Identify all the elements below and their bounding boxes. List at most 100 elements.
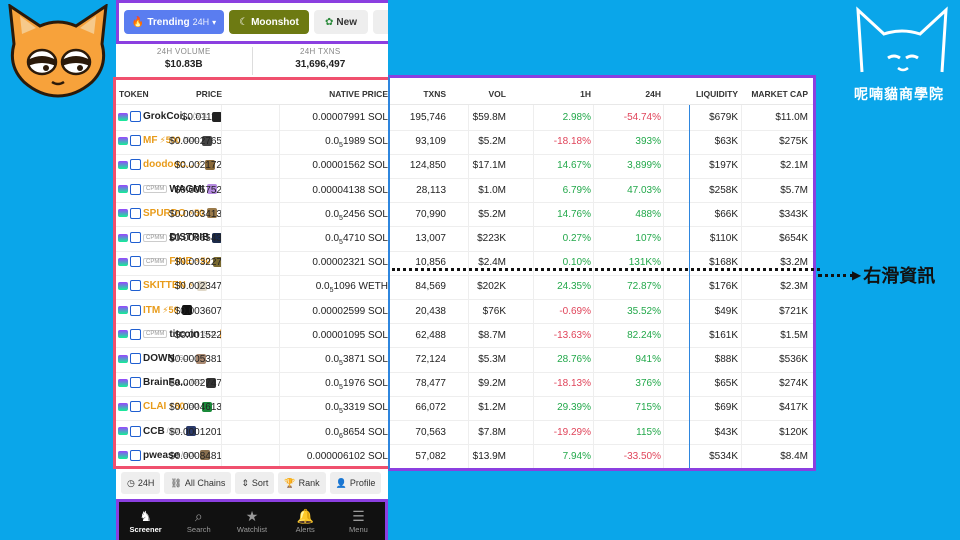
- txns-cell: 20,438: [415, 305, 446, 317]
- dex-icon: [130, 256, 141, 268]
- liquidity-cell: $69K: [714, 402, 738, 414]
- liquidity-cell: $88K: [714, 354, 738, 365]
- chevron-down-icon: ▾: [212, 17, 217, 27]
- col-native-price[interactable]: NATIVE PRICE: [329, 89, 388, 99]
- table-row[interactable]: MF ⚡500/SOL $0.0002765 0.051989 SOL 93,109 $5…: [113, 130, 816, 155]
- col-vol[interactable]: VOL: [489, 89, 506, 99]
- native-price-main: 0.00007991 SOL: [312, 112, 388, 123]
- table-row[interactable]: CPMM WAGMI $0.005752 0.00004138 SOL 28,113 $1…: [113, 179, 816, 204]
- txns-cell: 57,082: [415, 450, 446, 462]
- profile-button[interactable]: 👤 Profile: [329, 472, 382, 494]
- change-1h-cell: 29.39%: [557, 402, 591, 414]
- liquidity-cell: $66K: [714, 208, 738, 220]
- dex-icon: [130, 304, 141, 316]
- table-row[interactable]: CCB/SOL $0.0001201 0.068654 SOL 70,563 $7.8M…: [113, 421, 816, 446]
- table-row[interactable]: CLAI ⚡80/SO $0.0004613 0.053319 SOL 66,072 $1…: [113, 396, 816, 421]
- price-cell: $0.0002765: [169, 136, 222, 148]
- market-cap-cell: $2.1M: [780, 160, 808, 172]
- rank-button[interactable]: 🏆 Rank: [278, 472, 326, 494]
- dex-icon: [130, 280, 141, 292]
- nav-search[interactable]: ⌕ Search: [172, 502, 225, 540]
- market-cap-cell: $721K: [779, 305, 808, 317]
- native-price-main: 0.0: [325, 208, 340, 220]
- native-price-rest: 3871 SOL: [342, 354, 388, 365]
- dex-icon: [130, 159, 141, 171]
- market-cap-cell: $536K: [779, 354, 808, 365]
- txns-cell: 70,563: [415, 426, 446, 438]
- native-price-rest: 2456 SOL: [342, 208, 388, 220]
- table-row[interactable]: CPMM titcoin/SOL $0.001522 0.00001095 SOL 62…: [113, 324, 816, 349]
- vol-cell: $2.4M: [478, 257, 506, 269]
- vol-cell: $5.3M: [478, 354, 506, 365]
- table-row[interactable]: GrokCoi.../SOL $0.01110 0.00007991 SOL 195,…: [113, 106, 816, 131]
- price-cell: $0.0006543: [169, 233, 222, 244]
- trending-button[interactable]: 🔥 Trending 24H ▾: [124, 10, 224, 34]
- change-24h-cell: 3,899%: [627, 160, 661, 172]
- col-1h[interactable]: 1H: [580, 89, 591, 99]
- swipe-guide-dotted-line: [392, 268, 820, 271]
- liquidity-cell: $43K: [714, 426, 738, 438]
- table-row[interactable]: SPURDO ⚡50 $0.0003413 0.052456 SOL 70,990 $5.…: [113, 203, 816, 228]
- table-row[interactable]: CPMM FINE ⚡50 $0.003227 0.00002321 SOL 10,856…: [113, 251, 816, 276]
- table-row[interactable]: BrainFa.../SO $0.0002747 0.051976 SOL 78,47…: [113, 372, 816, 397]
- new-button[interactable]: ✿ New: [314, 10, 368, 34]
- native-price-main: 0.00002599 SOL: [312, 305, 388, 317]
- liquidity-cell: $679K: [709, 112, 738, 123]
- sort-button[interactable]: ⇕ Sort: [235, 472, 275, 494]
- solana-chain-icon: [118, 112, 128, 121]
- moonshot-label: Moonshot: [251, 16, 299, 28]
- col-txns[interactable]: TXNS: [423, 89, 446, 99]
- native-price-main: 0.0: [315, 281, 330, 293]
- period-filter-button[interactable]: ◷ 24H: [121, 472, 161, 494]
- table-row[interactable]: doodooc... ⚡ $0.002172 0.00001562 SOL 124,85…: [113, 154, 816, 179]
- native-price-cell: 0.053319 SOL: [325, 402, 388, 415]
- change-1h-cell: 2.98%: [562, 112, 591, 123]
- profile-label: Profile: [349, 478, 376, 488]
- table-row[interactable]: ITM ⚡50 $0.003607 0.00002599 SOL 20,438 $76K -…: [113, 300, 816, 325]
- nav-menu[interactable]: ☰ Menu: [332, 502, 385, 540]
- change-24h-cell: 115%: [636, 426, 661, 438]
- native-price-cell: 0.00001562 SOL: [312, 160, 388, 171]
- nav-search-label: Search: [186, 524, 211, 534]
- nav-watchlist[interactable]: ★ Watchlist: [225, 502, 278, 540]
- market-cap-cell: $654K: [779, 233, 808, 244]
- change-1h-cell: -18.13%: [553, 378, 591, 390]
- change-24h-cell: 82.24%: [627, 329, 661, 341]
- market-cap-cell: $5.7M: [780, 184, 808, 196]
- moonshot-button[interactable]: ☾ Moonshot: [229, 10, 309, 34]
- period-filter-label: 24H: [137, 478, 155, 488]
- vol-cell: $5.2M: [478, 208, 506, 220]
- market-cap-cell: $2.3M: [780, 281, 808, 293]
- txns-cell: 124,850: [409, 160, 446, 172]
- col-liquidity[interactable]: LIQUIDITY: [696, 89, 738, 99]
- table-row[interactable]: DOWN/SOL $0.0005381 0.053871 SOL 72,124 $5.3…: [113, 348, 816, 373]
- chains-filter-button[interactable]: ⛓ All Chains: [164, 472, 232, 494]
- bar-chart-button[interactable]: ▐: [373, 10, 388, 34]
- col-token[interactable]: TOKEN: [119, 89, 149, 99]
- price-cell: $0.001522: [174, 329, 222, 341]
- change-24h-cell: 488%: [635, 208, 661, 220]
- native-price-cell: 0.053871 SOL: [325, 354, 388, 367]
- nav-screener[interactable]: ♞ Screener: [119, 502, 172, 540]
- col-24h[interactable]: 24H: [645, 89, 661, 99]
- solana-chain-icon: [118, 378, 128, 387]
- table-row[interactable]: pwease/SOL $0.0008481 0.000006102 SOL 57,08…: [113, 445, 816, 469]
- native-price-cell: 0.00007991 SOL: [312, 112, 388, 123]
- col-price[interactable]: PRICE: [196, 89, 222, 99]
- vol-cell: $1.0M: [478, 184, 506, 196]
- table-row[interactable]: SKITTEN ⚡ $0.002347 0.051096 WETH 84,569 $202…: [113, 275, 816, 300]
- nav-menu-label: Menu: [349, 524, 368, 534]
- col-market-cap[interactable]: MARKET CAP: [751, 89, 808, 99]
- stat-volume: 24H VOLUME $10.83B: [116, 47, 252, 75]
- change-1h-cell: 14.67%: [557, 160, 591, 172]
- market-cap-cell: $274K: [779, 378, 808, 390]
- liquidity-cell: $63K: [714, 136, 738, 148]
- table-row[interactable]: CPMM DISTRIB $0.0006543 0.054710 SOL 13,007 $…: [113, 227, 816, 252]
- txns-cell: 195,746: [409, 112, 446, 123]
- liquidity-cell: $197K: [709, 160, 738, 172]
- native-price-cell: 0.00002321 SOL: [312, 257, 388, 268]
- nav-alerts[interactable]: 🔔 Alerts: [279, 502, 332, 540]
- bottom-filter-bar: ◷ 24H ⛓ All Chains ⇕ Sort 🏆 Rank 👤 Profi…: [116, 471, 388, 495]
- cpmm-badge: CPMM: [143, 257, 168, 266]
- change-24h-cell: 941%: [635, 354, 661, 365]
